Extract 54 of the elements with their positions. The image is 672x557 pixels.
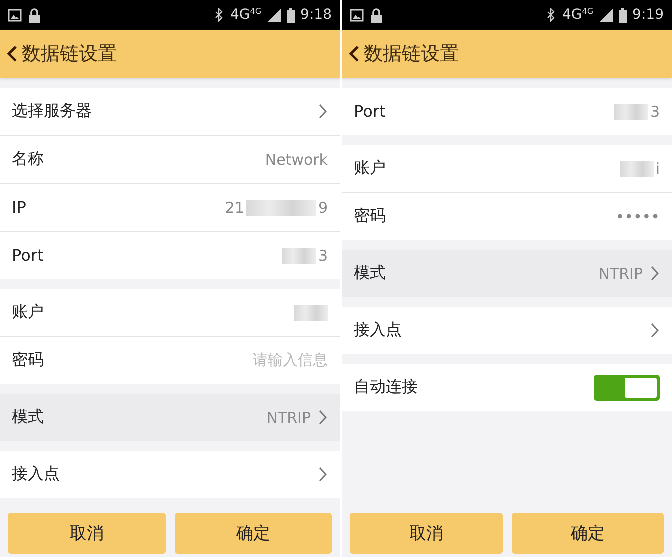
row-placeholder: 请输入信息 — [253, 351, 328, 370]
back-icon[interactable] — [6, 45, 18, 63]
row-label: 选择服务器 — [12, 101, 93, 122]
lock-icon — [28, 8, 41, 22]
clock-time: 9:19 — [632, 7, 664, 23]
row-value: 3 — [318, 246, 328, 264]
settings-row[interactable]: 模式 NTRIP — [342, 250, 672, 297]
signal-icon — [268, 8, 281, 22]
network-type-small: 4G — [582, 7, 594, 16]
chevron-right-icon — [319, 410, 328, 425]
battery-icon — [618, 8, 627, 22]
row-label: Port — [12, 246, 45, 265]
confirm-button[interactable]: 确定 — [174, 513, 332, 554]
image-icon — [350, 8, 364, 22]
bluetooth-icon — [547, 8, 556, 22]
row-label: 接入点 — [354, 320, 403, 341]
row-value: 9 — [318, 198, 328, 216]
network-type-small: 4G — [250, 7, 262, 16]
row-value: NTRIP — [266, 408, 311, 426]
chevron-right-icon — [319, 467, 328, 482]
toggle-switch[interactable] — [594, 374, 660, 400]
row-value: 3 — [650, 102, 660, 120]
row-value: NTRIP — [598, 264, 643, 282]
signal-icon — [600, 8, 613, 22]
row-value: ••••• — [616, 208, 660, 226]
settings-row[interactable]: 模式 NTRIP — [0, 394, 340, 441]
lock-icon — [370, 8, 383, 22]
chevron-right-icon — [651, 323, 660, 338]
page-title: 数据链设置 — [22, 42, 117, 67]
row-value: 21 — [225, 198, 244, 216]
row-label: 模式 — [12, 407, 45, 428]
row-label: Port — [354, 102, 387, 121]
row-label: 自动连接 — [354, 377, 419, 398]
cancel-button[interactable]: 取消 — [8, 513, 166, 554]
page-title: 数据链设置 — [364, 42, 459, 67]
row-label: 密码 — [354, 206, 387, 227]
clock-time: 9:18 — [300, 7, 332, 23]
row-label: 模式 — [354, 263, 387, 284]
row-label: 接入点 — [12, 464, 61, 485]
row-label: 账户 — [12, 302, 45, 323]
back-icon[interactable] — [348, 45, 360, 63]
row-label: 密码 — [12, 350, 45, 371]
cancel-button[interactable]: 取消 — [350, 513, 502, 554]
row-label: 名称 — [12, 149, 45, 170]
chevron-right-icon — [319, 104, 328, 119]
row-value: i — [656, 160, 660, 178]
bluetooth-icon — [215, 8, 224, 22]
row-label: IP — [12, 198, 28, 217]
image-icon — [8, 8, 22, 22]
confirm-button[interactable]: 确定 — [512, 513, 664, 554]
row-value: Network — [265, 150, 328, 168]
battery-icon — [286, 8, 295, 22]
chevron-right-icon — [651, 266, 660, 281]
row-label: 账户 — [354, 158, 387, 179]
